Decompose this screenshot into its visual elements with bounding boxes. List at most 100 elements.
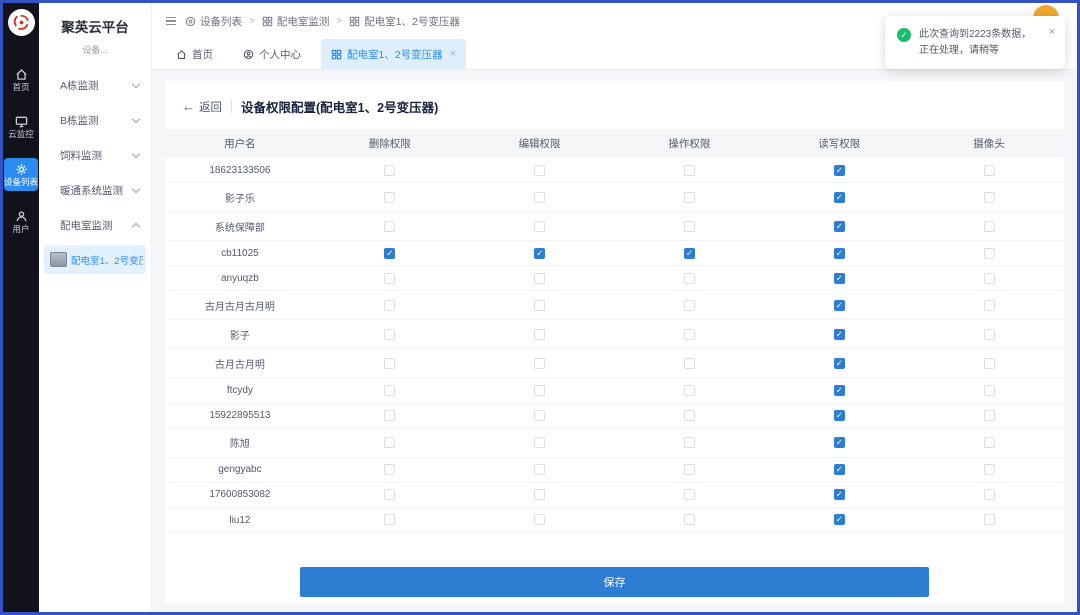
readwrite-permission-checkbox[interactable] <box>834 192 845 203</box>
breadcrumb-power-room[interactable]: 配电室监测 <box>262 14 330 29</box>
tab-home[interactable]: 首页 <box>166 39 223 69</box>
sidebar-item-b-building[interactable]: B栋监测 <box>39 103 151 138</box>
permission-cell <box>764 185 914 209</box>
menu-item-label: A栋监测 <box>60 78 99 93</box>
camera-permission-checkbox[interactable] <box>984 437 995 448</box>
column-header-delete: 删除权限 <box>315 129 465 158</box>
camera-permission-checkbox[interactable] <box>984 329 995 340</box>
edit-permission-checkbox[interactable] <box>534 329 545 340</box>
edit-permission-checkbox[interactable] <box>534 437 545 448</box>
breadcrumb-device-list[interactable]: 设备列表 <box>185 14 242 29</box>
edit-permission-checkbox[interactable] <box>534 489 545 500</box>
collapse-sidebar-icon[interactable] <box>166 17 176 25</box>
operate-permission-checkbox[interactable] <box>684 329 695 340</box>
operate-permission-checkbox[interactable] <box>684 273 695 284</box>
operate-permission-checkbox[interactable] <box>684 489 695 500</box>
edit-permission-checkbox[interactable] <box>534 358 545 369</box>
operate-permission-checkbox[interactable] <box>684 165 695 176</box>
tab-close-icon[interactable]: × <box>450 48 456 60</box>
edit-permission-checkbox[interactable] <box>534 514 545 525</box>
delete-permission-checkbox[interactable] <box>384 221 395 232</box>
table-row: 15922895513 <box>165 404 1064 429</box>
camera-permission-checkbox[interactable] <box>984 273 995 284</box>
operate-permission-checkbox[interactable] <box>684 464 695 475</box>
app-logo[interactable] <box>8 9 35 36</box>
camera-permission-checkbox[interactable] <box>984 300 995 311</box>
camera-permission-checkbox[interactable] <box>984 192 995 203</box>
readwrite-permission-checkbox[interactable] <box>834 300 845 311</box>
readwrite-permission-checkbox[interactable] <box>834 221 845 232</box>
sidebar-device-transformer[interactable]: 配电室1、2号变压 <box>44 245 146 274</box>
table-row: gengyabc <box>165 458 1064 483</box>
camera-permission-checkbox[interactable] <box>984 165 995 176</box>
edit-permission-checkbox[interactable] <box>534 221 545 232</box>
delete-permission-checkbox[interactable] <box>384 464 395 475</box>
camera-permission-checkbox[interactable] <box>984 410 995 421</box>
readwrite-permission-checkbox[interactable] <box>834 514 845 525</box>
rail-item-cloud-monitor[interactable]: 云监控 <box>4 110 38 143</box>
edit-permission-checkbox[interactable] <box>534 165 545 176</box>
back-button[interactable]: ← 返回 <box>182 99 222 115</box>
camera-permission-checkbox[interactable] <box>984 221 995 232</box>
readwrite-permission-checkbox[interactable] <box>834 437 845 448</box>
sidebar-item-a-building[interactable]: A栋监测 <box>39 68 151 103</box>
operate-permission-checkbox[interactable] <box>684 514 695 525</box>
operate-permission-checkbox[interactable] <box>684 358 695 369</box>
camera-permission-checkbox[interactable] <box>984 489 995 500</box>
chevron-down-icon <box>132 150 140 158</box>
toast-close-icon[interactable]: × <box>1049 27 1055 58</box>
edit-permission-checkbox[interactable] <box>534 385 545 396</box>
operate-permission-checkbox[interactable] <box>684 192 695 203</box>
readwrite-permission-checkbox[interactable] <box>834 329 845 340</box>
delete-permission-checkbox[interactable] <box>384 192 395 203</box>
permission-cell <box>914 431 1064 455</box>
edit-permission-checkbox[interactable] <box>534 410 545 421</box>
readwrite-permission-checkbox[interactable] <box>834 248 845 259</box>
operate-permission-checkbox[interactable] <box>684 437 695 448</box>
edit-permission-checkbox[interactable] <box>534 248 545 259</box>
operate-permission-checkbox[interactable] <box>684 410 695 421</box>
edit-permission-checkbox[interactable] <box>534 464 545 475</box>
readwrite-permission-checkbox[interactable] <box>834 464 845 475</box>
readwrite-permission-checkbox[interactable] <box>834 489 845 500</box>
delete-permission-checkbox[interactable] <box>384 248 395 259</box>
tab-personal-center[interactable]: 个人中心 <box>233 39 311 69</box>
sidebar-item-hvac-monitor[interactable]: 暖通系统监测 <box>39 173 151 208</box>
readwrite-permission-checkbox[interactable] <box>834 273 845 284</box>
camera-permission-checkbox[interactable] <box>984 358 995 369</box>
readwrite-permission-checkbox[interactable] <box>834 410 845 421</box>
username-cell: 古月古月明 <box>165 349 315 377</box>
delete-permission-checkbox[interactable] <box>384 410 395 421</box>
delete-permission-checkbox[interactable] <box>384 437 395 448</box>
operate-permission-checkbox[interactable] <box>684 248 695 259</box>
rail-item-home[interactable]: 首页 <box>4 63 38 96</box>
camera-permission-checkbox[interactable] <box>984 385 995 396</box>
delete-permission-checkbox[interactable] <box>384 385 395 396</box>
save-button[interactable]: 保存 <box>300 567 929 597</box>
breadcrumb-transformer[interactable]: 配电室1、2号变压器 <box>349 14 460 29</box>
delete-permission-checkbox[interactable] <box>384 165 395 176</box>
edit-permission-checkbox[interactable] <box>534 273 545 284</box>
rail-item-user[interactable]: 用户 <box>4 205 38 238</box>
delete-permission-checkbox[interactable] <box>384 300 395 311</box>
edit-permission-checkbox[interactable] <box>534 300 545 311</box>
operate-permission-checkbox[interactable] <box>684 221 695 232</box>
delete-permission-checkbox[interactable] <box>384 358 395 369</box>
delete-permission-checkbox[interactable] <box>384 514 395 525</box>
delete-permission-checkbox[interactable] <box>384 273 395 284</box>
rail-item-device-list[interactable]: 设备列表 <box>4 158 38 191</box>
tab-transformer[interactable]: 配电室1、2号变压器 × <box>321 39 466 69</box>
readwrite-permission-checkbox[interactable] <box>834 358 845 369</box>
camera-permission-checkbox[interactable] <box>984 514 995 525</box>
sidebar-item-feed-monitor[interactable]: 饲料监测 <box>39 138 151 173</box>
delete-permission-checkbox[interactable] <box>384 329 395 340</box>
readwrite-permission-checkbox[interactable] <box>834 165 845 176</box>
delete-permission-checkbox[interactable] <box>384 489 395 500</box>
edit-permission-checkbox[interactable] <box>534 192 545 203</box>
operate-permission-checkbox[interactable] <box>684 300 695 311</box>
operate-permission-checkbox[interactable] <box>684 385 695 396</box>
camera-permission-checkbox[interactable] <box>984 248 995 259</box>
readwrite-permission-checkbox[interactable] <box>834 385 845 396</box>
sidebar-item-power-room-monitor[interactable]: 配电室监测 <box>39 208 151 243</box>
camera-permission-checkbox[interactable] <box>984 464 995 475</box>
